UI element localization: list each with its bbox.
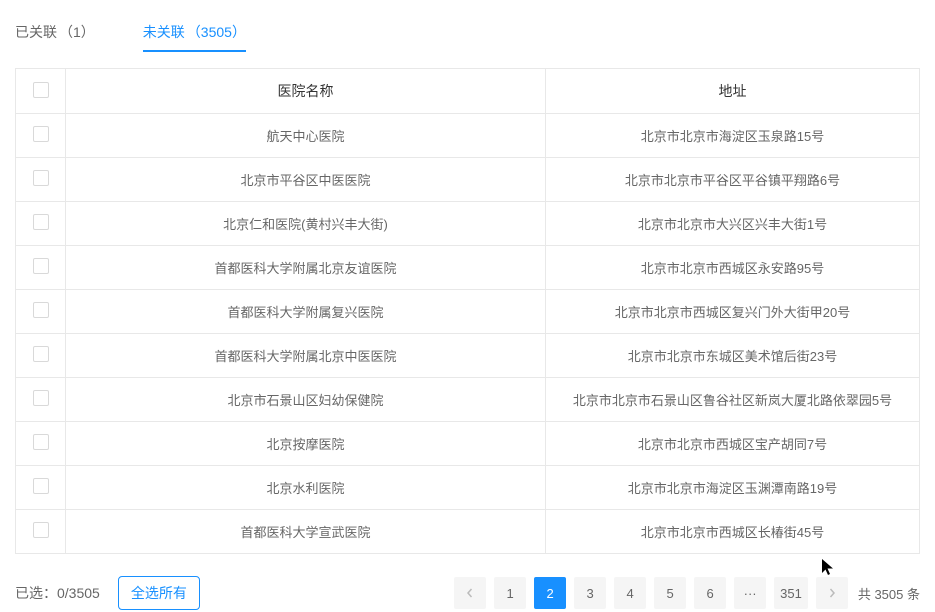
header-checkbox-cell bbox=[16, 69, 66, 114]
hospital-address-cell: 北京市北京市西城区长椿街45号 bbox=[546, 510, 920, 554]
row-checkbox-cell bbox=[16, 510, 66, 554]
hospital-address-cell: 北京市北京市西城区宝产胡同7号 bbox=[546, 422, 920, 466]
table-row: 北京水利医院北京市北京市海淀区玉渊潭南路19号 bbox=[16, 466, 920, 510]
row-checkbox[interactable] bbox=[33, 478, 49, 494]
hospital-name-cell: 北京仁和医院(黄村兴丰大街) bbox=[66, 202, 546, 246]
row-checkbox-cell bbox=[16, 422, 66, 466]
row-checkbox[interactable] bbox=[33, 126, 49, 142]
page-number-button[interactable]: 2 bbox=[534, 577, 566, 609]
page-number-button[interactable]: 1 bbox=[494, 577, 526, 609]
table-row: 北京仁和医院(黄村兴丰大街)北京市北京市大兴区兴丰大街1号 bbox=[16, 202, 920, 246]
row-checkbox-cell bbox=[16, 466, 66, 510]
chevron-left-icon bbox=[465, 588, 475, 598]
table-row: 航天中心医院北京市北京市海淀区玉泉路15号 bbox=[16, 114, 920, 158]
page-number-button[interactable]: 351 bbox=[774, 577, 808, 609]
row-checkbox-cell bbox=[16, 158, 66, 202]
select-all-button[interactable]: 全选所有 bbox=[118, 576, 200, 610]
tab-label: 已关联 bbox=[15, 22, 57, 42]
row-checkbox-cell bbox=[16, 202, 66, 246]
footer-left: 已选：0/3505 全选所有 bbox=[15, 576, 200, 610]
hospital-name-cell: 北京按摩医院 bbox=[66, 422, 546, 466]
row-checkbox[interactable] bbox=[33, 170, 49, 186]
table-row: 北京市平谷区中医医院北京市北京市平谷区平谷镇平翔路6号 bbox=[16, 158, 920, 202]
hospital-address-cell: 北京市北京市石景山区鲁谷社区新岚大厦北路依翠园5号 bbox=[546, 378, 920, 422]
table-row: 首都医科大学附属北京中医医院北京市北京市东城区美术馆后街23号 bbox=[16, 334, 920, 378]
hospital-address-cell: 北京市北京市海淀区玉渊潭南路19号 bbox=[546, 466, 920, 510]
hospital-name-cell: 首都医科大学宣武医院 bbox=[66, 510, 546, 554]
row-checkbox-cell bbox=[16, 246, 66, 290]
page-number-button[interactable]: 3 bbox=[574, 577, 606, 609]
table-row: 首都医科大学附属北京友谊医院北京市北京市西城区永安路95号 bbox=[16, 246, 920, 290]
row-checkbox-cell bbox=[16, 290, 66, 334]
hospital-address-cell: 北京市北京市西城区永安路95号 bbox=[546, 246, 920, 290]
hospital-name-cell: 首都医科大学附属北京友谊医院 bbox=[66, 246, 546, 290]
hospital-address-cell: 北京市北京市东城区美术馆后街23号 bbox=[546, 334, 920, 378]
row-checkbox-cell bbox=[16, 378, 66, 422]
hospital-name-cell: 北京水利医院 bbox=[66, 466, 546, 510]
hospital-name-cell: 北京市平谷区中医医院 bbox=[66, 158, 546, 202]
select-all-checkbox[interactable] bbox=[33, 82, 49, 98]
hospital-name-cell: 北京市石景山区妇幼保健院 bbox=[66, 378, 546, 422]
pagination: 123456···351 共 3505 条 bbox=[454, 577, 920, 609]
table-row: 北京按摩医院北京市北京市西城区宝产胡同7号 bbox=[16, 422, 920, 466]
tab-count: （3505） bbox=[187, 22, 246, 42]
table-row: 首都医科大学宣武医院北京市北京市西城区长椿街45号 bbox=[16, 510, 920, 554]
page-prev-button[interactable] bbox=[454, 577, 486, 609]
footer-bar: 已选：0/3505 全选所有 123456···351 共 3505 条 bbox=[15, 574, 920, 612]
tab-unassociated[interactable]: 未关联 （3505） bbox=[143, 14, 246, 52]
table-row: 首都医科大学附属复兴医院北京市北京市西城区复兴门外大街甲20号 bbox=[16, 290, 920, 334]
hospital-name-cell: 航天中心医院 bbox=[66, 114, 546, 158]
row-checkbox[interactable] bbox=[33, 258, 49, 274]
row-checkbox[interactable] bbox=[33, 522, 49, 538]
tab-count: （1） bbox=[59, 22, 95, 42]
chevron-right-icon bbox=[827, 588, 837, 598]
hospital-name-cell: 首都医科大学附属北京中医医院 bbox=[66, 334, 546, 378]
header-name: 医院名称 bbox=[66, 69, 546, 114]
row-checkbox[interactable] bbox=[33, 434, 49, 450]
hospital-name-cell: 首都医科大学附属复兴医院 bbox=[66, 290, 546, 334]
hospital-address-cell: 北京市北京市平谷区平谷镇平翔路6号 bbox=[546, 158, 920, 202]
row-checkbox[interactable] bbox=[33, 346, 49, 362]
tabs-bar: 已关联 （1） 未关联 （3505） bbox=[15, 14, 920, 53]
row-checkbox-cell bbox=[16, 114, 66, 158]
row-checkbox[interactable] bbox=[33, 214, 49, 230]
hospital-address-cell: 北京市北京市西城区复兴门外大街甲20号 bbox=[546, 290, 920, 334]
selected-count-label: 已选：0/3505 bbox=[15, 583, 100, 603]
page-number-button[interactable]: 4 bbox=[614, 577, 646, 609]
tab-label: 未关联 bbox=[143, 22, 185, 42]
hospital-address-cell: 北京市北京市海淀区玉泉路15号 bbox=[546, 114, 920, 158]
row-checkbox[interactable] bbox=[33, 302, 49, 318]
tab-associated[interactable]: 已关联 （1） bbox=[15, 14, 95, 52]
table-row: 北京市石景山区妇幼保健院北京市北京市石景山区鲁谷社区新岚大厦北路依翠园5号 bbox=[16, 378, 920, 422]
hospital-address-cell: 北京市北京市大兴区兴丰大街1号 bbox=[546, 202, 920, 246]
page-number-button[interactable]: 6 bbox=[694, 577, 726, 609]
row-checkbox[interactable] bbox=[33, 390, 49, 406]
page-next-button[interactable] bbox=[816, 577, 848, 609]
page-number-button[interactable]: 5 bbox=[654, 577, 686, 609]
page-total-label: 共 3505 条 bbox=[858, 584, 920, 603]
hospital-table: 医院名称 地址 航天中心医院北京市北京市海淀区玉泉路15号北京市平谷区中医医院北… bbox=[15, 68, 920, 554]
header-address: 地址 bbox=[546, 69, 920, 114]
page-ellipsis[interactable]: ··· bbox=[734, 577, 766, 609]
row-checkbox-cell bbox=[16, 334, 66, 378]
